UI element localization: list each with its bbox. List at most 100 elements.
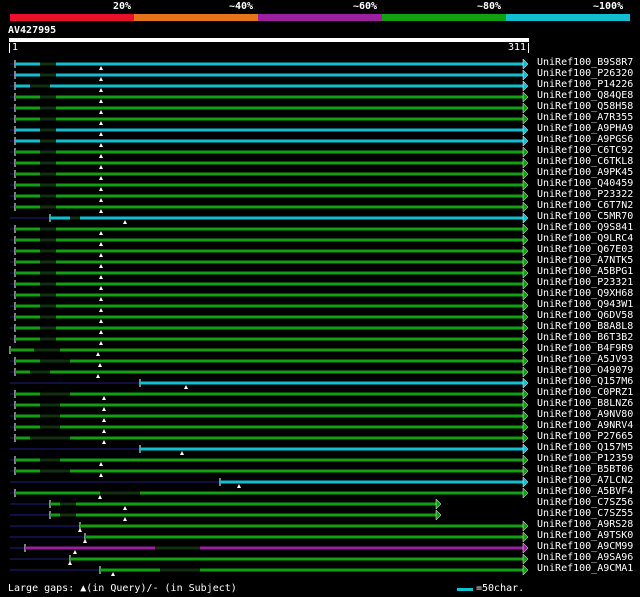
hit-end-arrow-icon	[522, 564, 529, 576]
hit-name[interactable]: UniRef100_P26320	[537, 68, 633, 79]
hit-end-arrow-icon	[522, 58, 529, 70]
hit-end-arrow-icon	[522, 333, 529, 345]
hit-name[interactable]: UniRef100_A7NTK5	[537, 255, 633, 266]
hit-name[interactable]: UniRef100_C7SZ55	[537, 508, 633, 519]
hit-name[interactable]: UniRef100_A9PK45	[537, 167, 633, 178]
hit-end-arrow-icon	[522, 366, 529, 378]
hit-name[interactable]: UniRef100_B5BT06	[537, 464, 633, 475]
hit-name[interactable]: UniRef100_Q84QE8	[537, 90, 633, 101]
hit-end-arrow-icon	[522, 432, 529, 444]
hit-name[interactable]: UniRef100_B9S8R7	[537, 57, 633, 68]
query-gap-triangle-icon	[99, 286, 103, 290]
hit-end-arrow-icon	[522, 69, 529, 81]
hit-end-arrow-icon	[522, 531, 529, 543]
hit-name[interactable]: UniRef100_P23321	[537, 277, 633, 288]
hit-name[interactable]: UniRef100_A9CMA1	[537, 563, 633, 574]
hit-name[interactable]: UniRef100_P23322	[537, 189, 633, 200]
hit-name[interactable]: UniRef100_A9PHA9	[537, 123, 633, 134]
hit-end-arrow-icon	[522, 542, 529, 554]
hit-name[interactable]: UniRef100_A9NV80	[537, 409, 633, 420]
hit-name[interactable]: UniRef100_P27665	[537, 431, 633, 442]
query-gap-triangle-icon	[99, 297, 103, 301]
hit-name[interactable]: UniRef100_A5BPG1	[537, 266, 633, 277]
hit-end-arrow-icon	[522, 267, 529, 279]
hit-end-arrow-icon	[522, 245, 529, 257]
query-gap-triangle-icon	[99, 110, 103, 114]
hit-name[interactable]: UniRef100_Q9S841	[537, 222, 633, 233]
query-gap-triangle-icon	[99, 253, 103, 257]
query-gap-triangle-icon	[99, 242, 103, 246]
hit-end-arrow-icon	[522, 179, 529, 191]
query-gap-triangle-icon	[99, 341, 103, 345]
hit-end-arrow-icon	[522, 476, 529, 488]
hit-name[interactable]: UniRef100_C5MR70	[537, 211, 633, 222]
query-gap-triangle-icon	[78, 528, 82, 532]
hit-end-arrow-icon	[522, 487, 529, 499]
hit-name[interactable]: UniRef100_Q9XH68	[537, 288, 633, 299]
query-gap-triangle-icon	[73, 550, 77, 554]
hit-end-arrow-icon	[522, 520, 529, 532]
query-gap-triangle-icon	[98, 495, 102, 499]
hit-name[interactable]: UniRef100_A9NRV4	[537, 420, 633, 431]
hit-name[interactable]: UniRef100_C6TC92	[537, 145, 633, 156]
hit-end-arrow-icon	[522, 135, 529, 147]
hit-name[interactable]: UniRef100_B8LNZ6	[537, 398, 633, 409]
hit-name[interactable]: UniRef100_Q40459	[537, 178, 633, 189]
hit-end-arrow-icon	[522, 124, 529, 136]
hit-name[interactable]: UniRef100_A9TSK0	[537, 530, 633, 541]
hit-name[interactable]: UniRef100_A5JV93	[537, 354, 633, 365]
hit-name[interactable]: UniRef100_A9CM99	[537, 541, 633, 552]
hit-end-arrow-icon	[522, 553, 529, 565]
query-gap-triangle-icon	[99, 330, 103, 334]
hit-name[interactable]: UniRef100_Q6DV58	[537, 310, 633, 321]
hit-name[interactable]: UniRef100_A5BVF4	[537, 486, 633, 497]
hit-name[interactable]: UniRef100_C6T7N2	[537, 200, 633, 211]
hit-end-arrow-icon	[435, 498, 442, 510]
hit-name[interactable]: UniRef100_Q943W1	[537, 299, 633, 310]
hit-name[interactable]: UniRef100_A9SA96	[537, 552, 633, 563]
query-gap-triangle-icon	[123, 517, 127, 521]
hit-name[interactable]: UniRef100_Q67E03	[537, 244, 633, 255]
query-gap-triangle-icon	[99, 308, 103, 312]
hit-name[interactable]: UniRef100_Q58H58	[537, 101, 633, 112]
query-gap-triangle-icon	[99, 264, 103, 268]
query-gap-triangle-icon	[237, 484, 241, 488]
query-gap-triangle-icon	[96, 374, 100, 378]
hit-end-arrow-icon	[522, 157, 529, 169]
query-gap-triangle-icon	[102, 440, 106, 444]
hit-name[interactable]: UniRef100_P14226	[537, 79, 633, 90]
hit-end-arrow-icon	[522, 355, 529, 367]
hit-name[interactable]: UniRef100_Q157M5	[537, 442, 633, 453]
query-gap-triangle-icon	[99, 99, 103, 103]
query-gap-triangle-icon	[99, 165, 103, 169]
hit-name[interactable]: UniRef100_Q157M6	[537, 376, 633, 387]
hit-end-arrow-icon	[522, 91, 529, 103]
hit-name[interactable]: UniRef100_P12359	[537, 453, 633, 464]
query-gap-triangle-icon	[184, 385, 188, 389]
hit-end-arrow-icon	[522, 212, 529, 224]
hit-end-arrow-icon	[522, 278, 529, 290]
query-gap-triangle-icon	[99, 462, 103, 466]
query-gap-triangle-icon	[102, 396, 106, 400]
hit-name[interactable]: UniRef100_B4F9R9	[537, 343, 633, 354]
query-gap-triangle-icon	[99, 473, 103, 477]
hit-name[interactable]: UniRef100_O49079	[537, 365, 633, 376]
hit-name[interactable]: UniRef100_C6TKL8	[537, 156, 633, 167]
hit-name[interactable]: UniRef100_B8A8L8	[537, 321, 633, 332]
hit-name[interactable]: UniRef100_Q9LRC4	[537, 233, 633, 244]
hit-end-arrow-icon	[522, 113, 529, 125]
hit-name[interactable]: UniRef100_A7LCN2	[537, 475, 633, 486]
hit-name[interactable]: UniRef100_C7SZ56	[537, 497, 633, 508]
hit-end-arrow-icon	[522, 300, 529, 312]
hit-end-arrow-icon	[522, 234, 529, 246]
hit-name[interactable]: UniRef100_A9PGS6	[537, 134, 633, 145]
hit-name[interactable]: UniRef100_B6T3B2	[537, 332, 633, 343]
hit-end-arrow-icon	[522, 289, 529, 301]
query-gap-triangle-icon	[99, 121, 103, 125]
query-gap-triangle-icon	[102, 429, 106, 433]
query-gap-triangle-icon	[99, 319, 103, 323]
hit-name[interactable]: UniRef100_A7R355	[537, 112, 633, 123]
hit-end-arrow-icon	[522, 102, 529, 114]
hit-name[interactable]: UniRef100_C0PRZ1	[537, 387, 633, 398]
hit-name[interactable]: UniRef100_A9RS28	[537, 519, 633, 530]
